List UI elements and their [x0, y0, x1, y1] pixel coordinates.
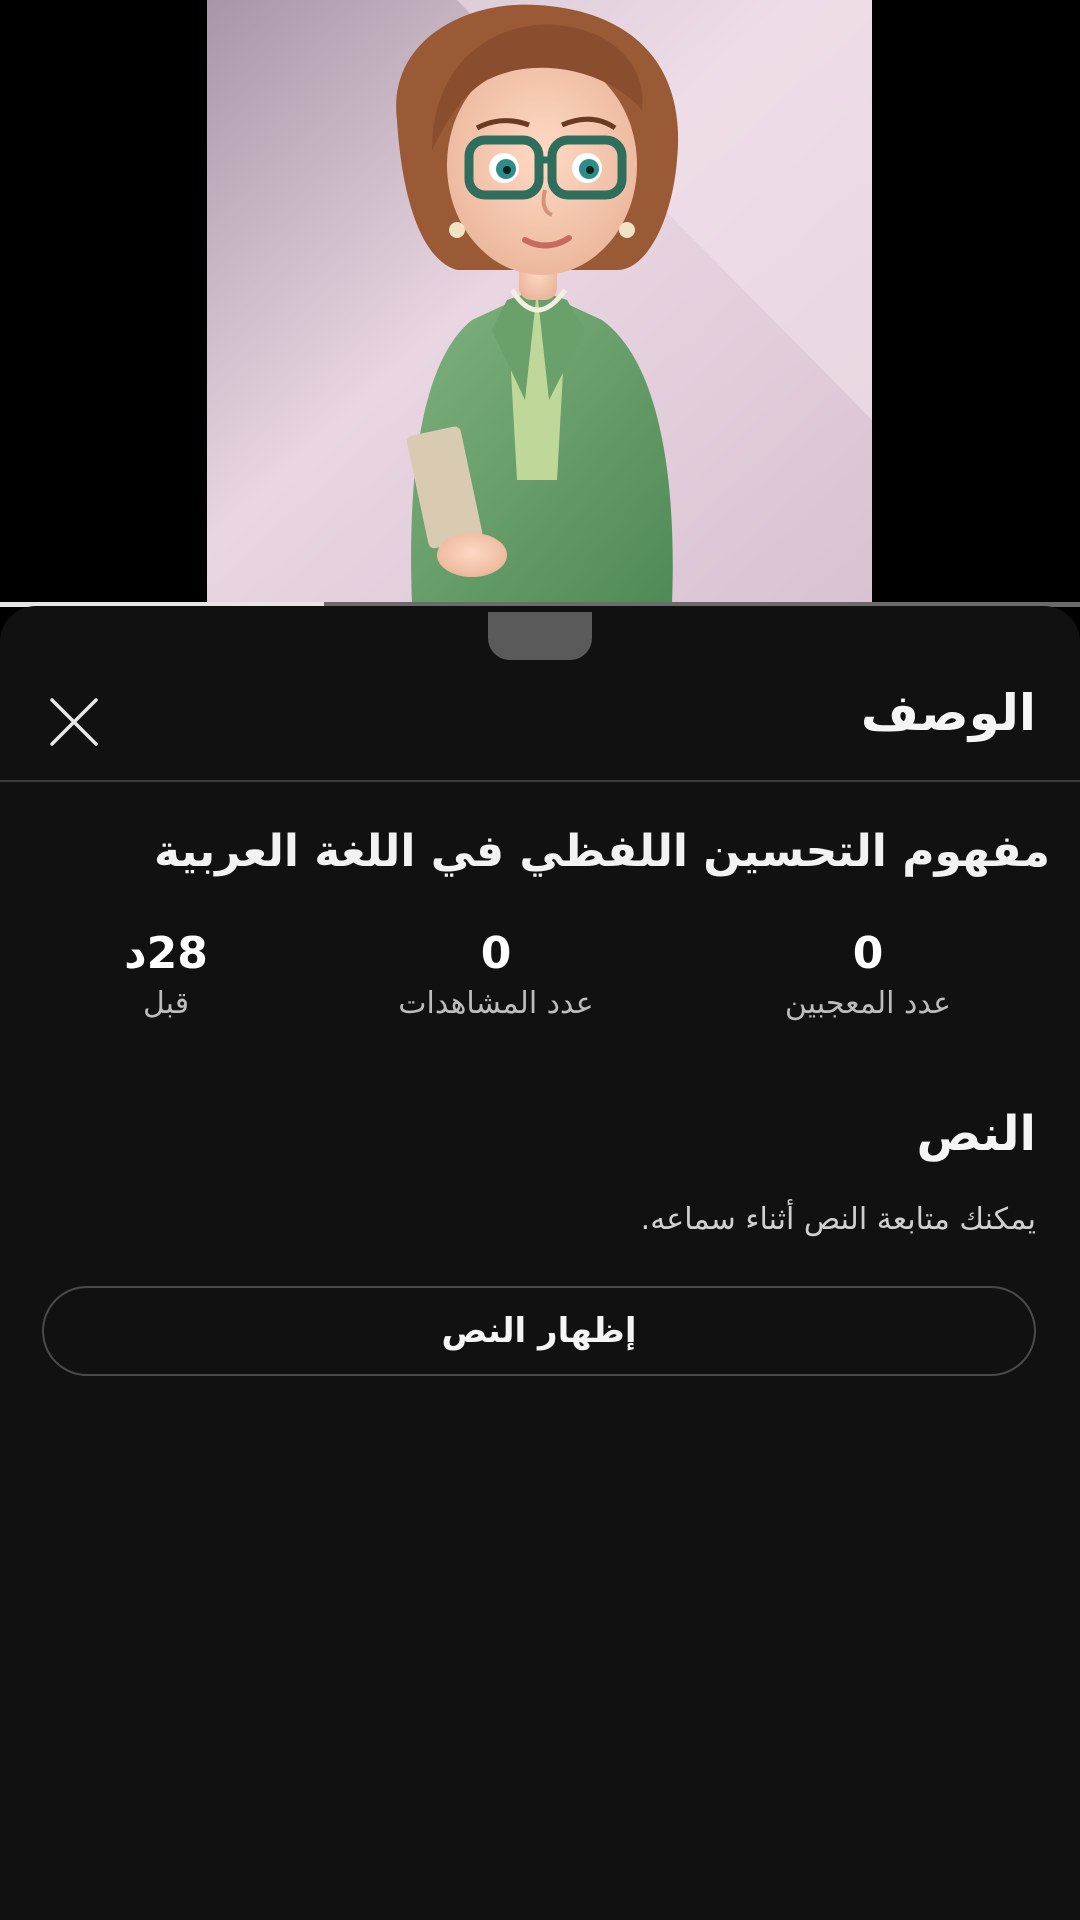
views-stat: 0 عدد المشاهدات [356, 926, 636, 1026]
show-transcript-button[interactable]: إظهار النص [42, 1286, 1036, 1376]
screen: الوصف مفهوم التحسين اللفظي في اللغة العر… [0, 0, 1080, 1920]
header-divider [0, 780, 1080, 782]
cartoon-teacher-illustration [207, 0, 872, 604]
views-count: 0 [480, 928, 512, 979]
likes-count: 0 [852, 928, 884, 979]
transcript-title: النص [916, 1106, 1036, 1162]
transcript-description: يمكنك متابعة النص أثناء سماعه. [640, 1202, 1036, 1237]
video-stats: 0 عدد المعجبين 0 عدد المشاهدات 28د قبل [0, 926, 1080, 1036]
video-thumbnail[interactable] [207, 0, 872, 604]
video-player[interactable] [0, 0, 1080, 607]
likes-stat: 0 عدد المعجبين [728, 926, 1008, 1026]
sheet-drag-handle[interactable] [488, 612, 592, 660]
sheet-title: الوصف [860, 684, 1036, 742]
likes-label: عدد المعجبين [784, 986, 952, 1021]
age-stat: 28د قبل [26, 926, 306, 1026]
close-button[interactable] [44, 692, 104, 752]
age-value: 28د [124, 928, 208, 979]
views-label: عدد المشاهدات [398, 986, 594, 1021]
description-sheet: الوصف مفهوم التحسين اللفظي في اللغة العر… [0, 606, 1080, 1920]
sheet-header: الوصف [0, 666, 1080, 780]
video-title: مفهوم التحسين اللفظي في اللغة العربية [154, 826, 1050, 877]
close-icon [50, 698, 98, 746]
age-label: قبل [142, 986, 190, 1021]
